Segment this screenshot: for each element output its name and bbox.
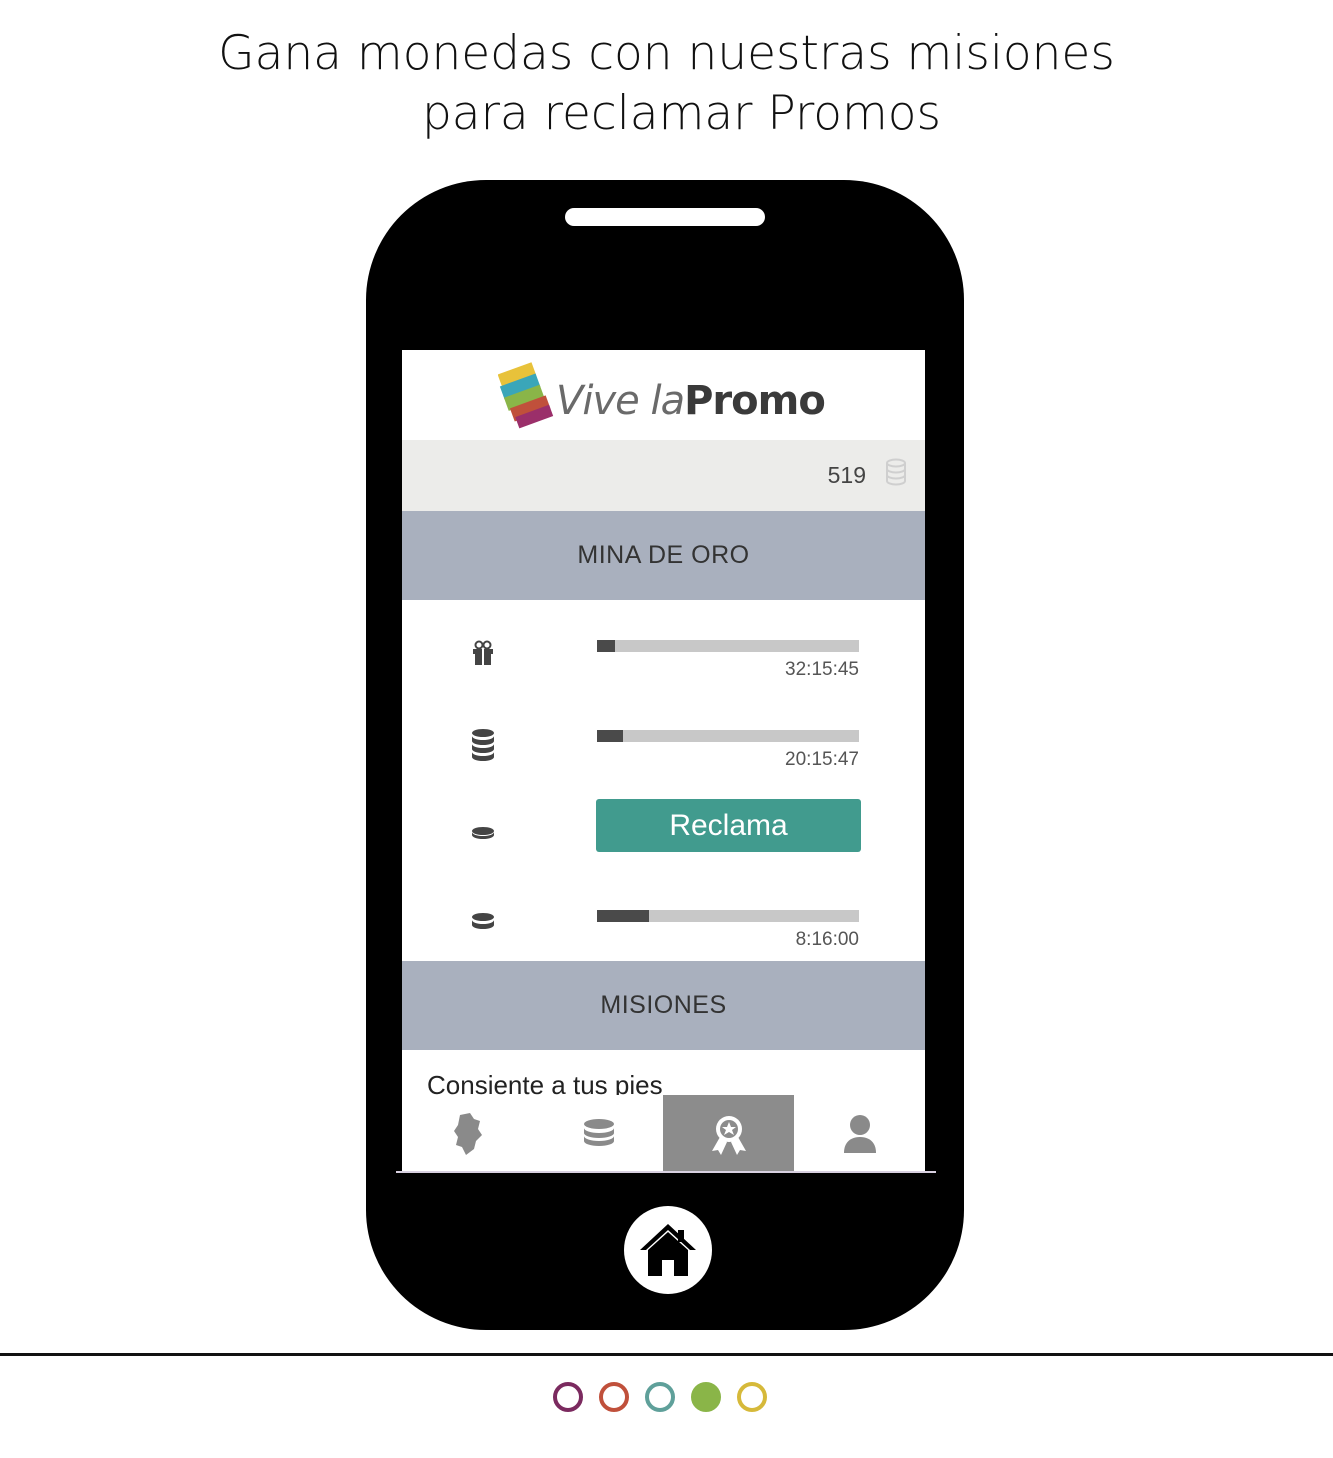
award-badge-icon <box>711 1115 746 1155</box>
mine-progress-fill <box>597 730 624 742</box>
tab-map[interactable] <box>402 1095 533 1172</box>
mine-row-double-coin: 8:16:00 <box>402 870 925 960</box>
page-dot[interactable] <box>645 1382 675 1412</box>
logo-word-1: Vive la <box>556 378 685 424</box>
home-button[interactable] <box>624 1206 712 1294</box>
page-dot[interactable] <box>553 1382 583 1412</box>
mine-timer: 8:16:00 <box>795 929 859 950</box>
gift-icon <box>473 640 493 665</box>
coin-balance: 519 <box>827 462 866 488</box>
app-screen: Vive laPromo 519 MINA DE ORO 32:15:45 20… <box>402 350 925 1172</box>
headline: Gana monedas con nuestras misiones para … <box>0 24 1333 144</box>
phone-speaker <box>565 208 765 226</box>
section-divider <box>0 1353 1333 1356</box>
app-header: Vive laPromo <box>402 350 925 440</box>
user-icon <box>843 1114 876 1153</box>
missions-title: MISIONES <box>600 991 727 1019</box>
bottom-tab-bar <box>402 1095 925 1172</box>
mine-progress-bar <box>597 730 859 742</box>
mine-row-coin-stack: 20:15:47 <box>402 690 925 780</box>
single-coin-icon <box>472 827 494 839</box>
missions-header: MISIONES <box>402 961 925 1050</box>
mine-progress-fill <box>597 640 616 652</box>
headline-line-2: para reclamar Promos <box>421 86 942 141</box>
mine-row-single-coin: Reclama <box>402 780 925 870</box>
mine-progress-bar <box>597 910 859 922</box>
mine-timer: 32:15:45 <box>785 659 859 680</box>
coins-icon <box>583 1118 614 1146</box>
mine-timer: 20:15:47 <box>785 749 859 770</box>
mine-row-gift: 32:15:45 <box>402 600 925 690</box>
gold-mine-header: MINA DE ORO <box>402 511 925 600</box>
headline-line-1: Gana monedas con nuestras misiones <box>218 26 1115 81</box>
mine-progress-bar <box>597 640 859 652</box>
coin-stack-icon <box>472 729 494 761</box>
page-dot-active[interactable] <box>691 1382 721 1412</box>
tab-coins[interactable] <box>533 1095 664 1172</box>
page-indicator <box>553 1382 783 1418</box>
page-dot[interactable] <box>599 1382 629 1412</box>
page-dot[interactable] <box>737 1382 767 1412</box>
coin-balance-bar: 519 <box>402 440 925 511</box>
logo-word-2: Promo <box>684 378 826 424</box>
tab-profile[interactable] <box>794 1095 925 1172</box>
double-coin-icon <box>472 913 494 929</box>
coin-stack-icon <box>886 458 906 486</box>
tickets-logo-icon <box>498 362 554 429</box>
mine-progress-fill <box>597 910 650 922</box>
screen-bottom-edge <box>396 1171 936 1173</box>
tab-missions[interactable] <box>663 1095 794 1172</box>
gold-mine-title: MINA DE ORO <box>577 541 750 569</box>
home-icon <box>640 1224 696 1276</box>
app-logo-text: Vive laPromo <box>556 376 826 426</box>
claim-button[interactable]: Reclama <box>596 799 861 852</box>
map-icon <box>453 1112 482 1155</box>
